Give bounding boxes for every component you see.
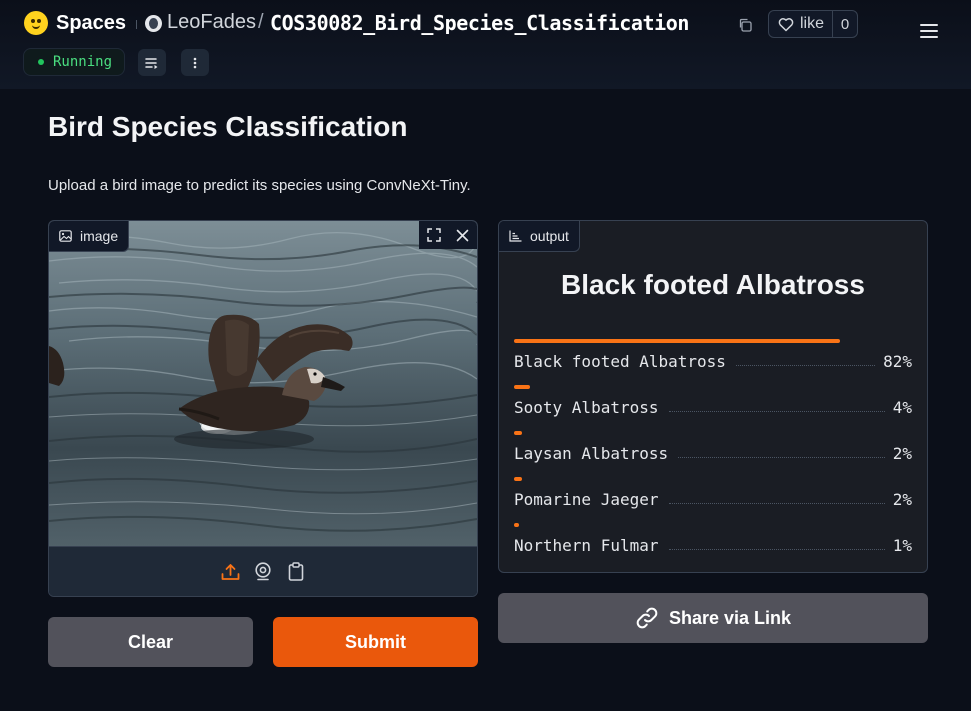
- share-link-button[interactable]: Share via Link: [498, 593, 928, 643]
- hamburger-menu-icon[interactable]: [920, 24, 938, 38]
- header-divider: [136, 20, 137, 29]
- bar-chart-icon: [509, 230, 522, 242]
- confidence-bar: [514, 477, 522, 481]
- confidence-leader: [678, 457, 885, 458]
- like-group: like 0: [768, 10, 858, 38]
- confidence-label: Sooty Albatross: [514, 398, 659, 417]
- status-badge: Running: [23, 48, 126, 76]
- confidence-item: Sooty Albatross 4%: [514, 385, 912, 431]
- like-count[interactable]: 0: [833, 16, 857, 33]
- page-description: Upload a bird image to predict its speci…: [48, 177, 471, 194]
- webcam-icon[interactable]: [253, 561, 274, 582]
- like-label: like: [800, 15, 825, 32]
- logs-icon: [145, 57, 158, 69]
- image-input-panel: image: [48, 220, 478, 597]
- confidence-label: Laysan Albatross: [514, 444, 669, 463]
- confidence-value: 1%: [892, 536, 912, 555]
- close-icon[interactable]: [448, 221, 477, 249]
- confidence-value: 2%: [892, 490, 912, 509]
- image-toolbar: [419, 221, 477, 249]
- confidence-row: Black footed Albatross 82%: [514, 349, 912, 371]
- confidence-bar: [514, 431, 522, 435]
- confidence-label: Black footed Albatross: [514, 352, 726, 371]
- uploaded-bird-image: [49, 221, 477, 546]
- confidence-leader: [735, 365, 876, 366]
- confidence-item: Pomarine Jaeger 2%: [514, 477, 912, 523]
- like-button[interactable]: like: [769, 11, 833, 37]
- link-icon: [636, 607, 658, 629]
- kebab-menu-icon: [193, 57, 197, 68]
- confidence-leader: [668, 411, 885, 412]
- confidence-bar: [514, 385, 530, 389]
- output-block-label: output: [499, 221, 580, 252]
- huggingface-logo-icon: [24, 11, 48, 35]
- clear-button[interactable]: Clear: [48, 617, 253, 667]
- status-text: Running: [53, 54, 113, 70]
- more-options-button[interactable]: [181, 49, 209, 76]
- heart-icon: [778, 17, 794, 31]
- confidence-value: 4%: [892, 398, 912, 417]
- owner-link[interactable]: LeoFades: [167, 11, 256, 34]
- image-source-selector: [49, 546, 477, 596]
- confidence-value: 2%: [892, 444, 912, 463]
- share-label: Share via Link: [668, 607, 792, 628]
- confidence-row: Sooty Albatross 4%: [514, 395, 912, 417]
- clipboard-icon[interactable]: [286, 561, 307, 582]
- predicted-class: Black footed Albatross: [561, 269, 865, 300]
- confidence-item: Northern Fulmar 1%: [514, 523, 912, 569]
- confidence-row: Northern Fulmar 1%: [514, 533, 912, 555]
- brand-label: Spaces: [56, 11, 127, 34]
- confidence-leader: [668, 549, 885, 550]
- status-dot-icon: [38, 59, 44, 65]
- confidence-value: 82%: [883, 352, 912, 371]
- copy-icon[interactable]: [738, 17, 752, 32]
- spaces-header: Spaces LeoFades / COS30082_Bird_Species_…: [0, 0, 971, 89]
- output-label: output: [530, 228, 569, 244]
- confidence-item: Black footed Albatross 82%: [514, 339, 912, 385]
- confidence-bar: [514, 523, 519, 527]
- gradio-app: Bird Species Classification Upload a bir…: [0, 89, 971, 711]
- upload-icon[interactable]: [220, 561, 241, 582]
- page-title: Bird Species Classification: [48, 111, 408, 142]
- confidence-item: Laysan Albatross 2%: [514, 431, 912, 477]
- image-label: image: [80, 228, 119, 244]
- spaces-brand[interactable]: Spaces: [24, 11, 126, 35]
- confidence-list: Black footed Albatross 82% Sooty Albatross…: [514, 339, 912, 569]
- confidence-row: Laysan Albatross 2%: [514, 441, 912, 463]
- logs-button[interactable]: [138, 49, 166, 76]
- confidence-leader: [668, 503, 885, 504]
- confidence-row: Pomarine Jaeger 2%: [514, 487, 912, 509]
- output-label-panel: output Black footed Albatross Black foot…: [498, 220, 928, 573]
- confidence-label: Pomarine Jaeger: [514, 490, 659, 509]
- confidence-bar: [514, 339, 840, 343]
- submit-button[interactable]: Submit: [273, 617, 478, 667]
- fullscreen-icon[interactable]: [419, 221, 448, 249]
- confidence-label: Northern Fulmar: [514, 536, 659, 555]
- image-block-label: image: [49, 221, 130, 252]
- repo-link[interactable]: COS30082_Bird_Species_Classification: [270, 11, 689, 35]
- image-icon: [59, 230, 72, 242]
- owner-avatar[interactable]: [145, 15, 162, 32]
- path-separator: /: [258, 11, 264, 33]
